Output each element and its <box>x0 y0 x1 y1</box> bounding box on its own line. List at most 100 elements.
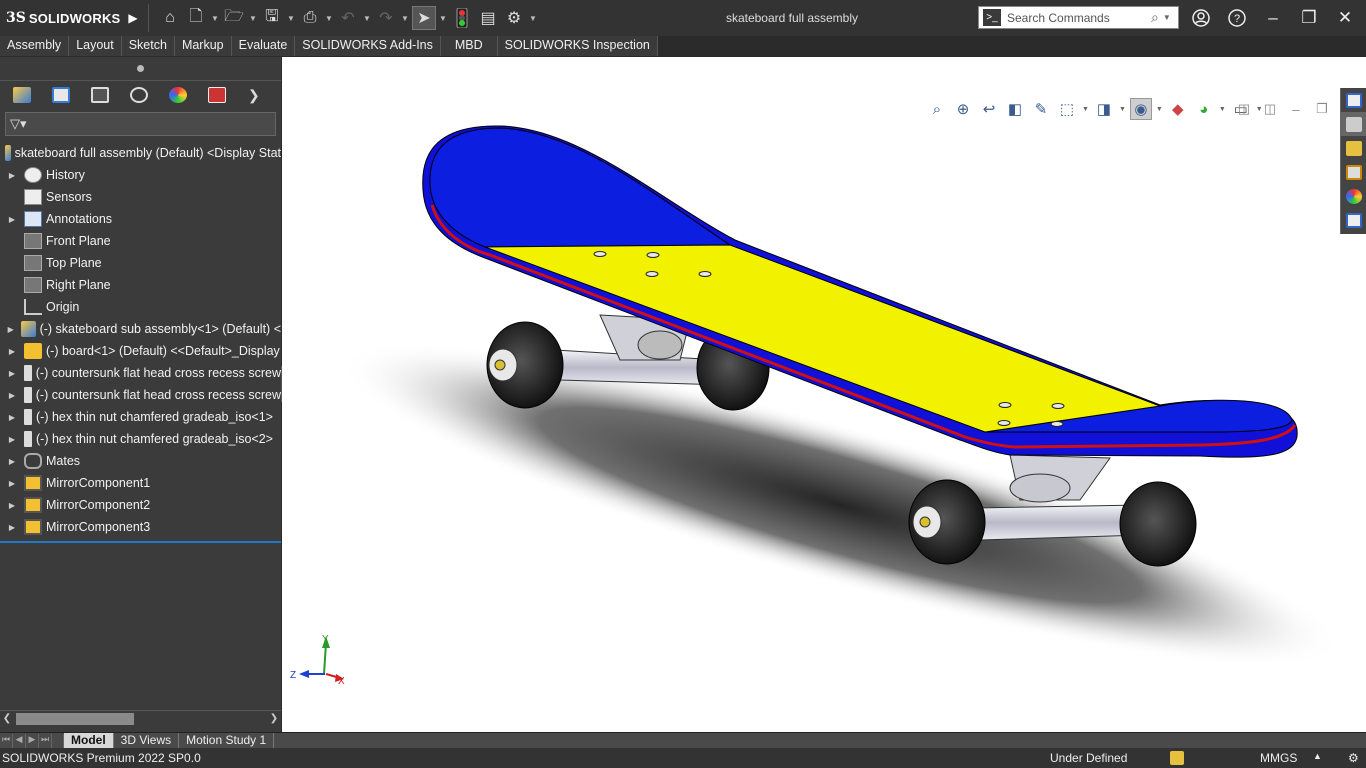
hide-show-items-icon[interactable]: ◉ <box>1129 98 1152 120</box>
file-properties-icon[interactable]: ▤ <box>476 6 500 30</box>
solidworks-resources-icon[interactable] <box>1341 88 1366 112</box>
tree-item[interactable]: ▶ MirrorComponent2 <box>0 494 281 516</box>
panel-splitter[interactable] <box>0 57 281 81</box>
tree-item[interactable]: ▶ Annotations <box>0 208 281 230</box>
tree-item[interactable]: ▶ (-) hex thin nut chamfered gradeab_iso<… <box>0 428 281 450</box>
tree-item[interactable]: Origin <box>0 296 281 318</box>
featuremanager-tab-icon[interactable] <box>8 83 36 107</box>
tree-item[interactable]: ▶ History <box>0 164 281 186</box>
expand-arrow-icon[interactable]: ▶ <box>6 347 18 356</box>
tree-item[interactable]: Right Plane <box>0 274 281 296</box>
zoom-to-fit-icon[interactable]: ⌕ <box>926 98 948 120</box>
expand-arrow-icon[interactable]: ▶ <box>6 391 18 400</box>
expand-arrow-icon[interactable]: ▶ <box>6 171 18 180</box>
zoom-to-area-icon[interactable]: ⊕ <box>952 98 974 120</box>
last-tab-icon[interactable]: ⏭ <box>39 733 52 748</box>
graphics-area[interactable]: Y Z X ⌕ ⊕ ↩ ◧ ✎ ⬚ ▼ ◨ ▼ ◉ ▼ ◆ ◕ ▼ ▭ ▼ ◫ … <box>282 57 1366 732</box>
tab-motion-study-1[interactable]: Motion Study 1 <box>179 732 275 749</box>
search-icon[interactable]: ⌕ <box>1151 9 1159 26</box>
search-commands-input[interactable] <box>1007 10 1147 25</box>
hide-show-dropdown-icon[interactable]: ▼ <box>1156 106 1163 113</box>
tab-evaluate[interactable]: Evaluate <box>231 36 296 56</box>
tree-item[interactable]: ▶ (-) skateboard sub assembly<1> (Default… <box>0 318 281 340</box>
previous-view-icon[interactable]: ↩ <box>978 98 1000 120</box>
help-icon[interactable]: ? <box>1224 6 1250 30</box>
unit-system[interactable]: MMGS <box>1260 751 1297 765</box>
options-gear-icon[interactable]: ⚙ <box>502 6 526 30</box>
select-dropdown-icon[interactable]: ▼ <box>437 14 449 23</box>
tab-solidworks-add-ins[interactable]: SOLIDWORKS Add-Ins <box>295 36 441 56</box>
restore-window-icon[interactable]: ❐ <box>1296 6 1322 30</box>
expand-arrow-icon[interactable]: ▶ <box>6 413 18 422</box>
horizontal-scrollbar[interactable]: ❮ ❯ <box>0 710 281 726</box>
open-icon[interactable]: 🗁 <box>222 6 246 30</box>
customize-status-icon[interactable]: ⚙ <box>1348 751 1362 765</box>
tree-item[interactable]: ▶ MirrorComponent3 <box>0 516 281 538</box>
home-icon[interactable]: ⌂ <box>158 6 182 30</box>
tree-root-assembly[interactable]: skateboard full assembly (Default) <Disp… <box>0 142 281 164</box>
cam-tab-icon[interactable] <box>203 83 231 107</box>
scroll-right-icon[interactable]: ❯ <box>267 713 281 724</box>
view-palette-icon[interactable] <box>1341 160 1366 184</box>
skateboard-model-view[interactable]: Y Z X <box>282 57 1366 732</box>
appearances-scenes-icon[interactable] <box>1341 184 1366 208</box>
section-view-icon[interactable]: ◧ <box>1004 98 1026 120</box>
new-dropdown-icon[interactable]: ▼ <box>209 14 221 23</box>
tree-filter-box[interactable]: ▽▾ <box>5 112 276 136</box>
minimize-window-icon[interactable]: – <box>1260 6 1286 30</box>
prev-tab-icon[interactable]: ◀ <box>13 733 26 748</box>
first-tab-icon[interactable]: ⏮ <box>0 733 13 748</box>
expand-arrow-icon[interactable]: ▶ <box>6 215 18 224</box>
tab-3d-views[interactable]: 3D Views <box>114 732 180 749</box>
scroll-track[interactable] <box>14 712 267 725</box>
filter-icon[interactable]: ▽▾ <box>10 116 27 132</box>
tree-item[interactable]: Top Plane <box>0 252 281 274</box>
displaymanager-tab-icon[interactable] <box>164 83 192 107</box>
expand-arrow-icon[interactable]: ▶ <box>6 435 18 444</box>
rebuild-traffic-light-icon[interactable] <box>450 6 474 30</box>
expand-arrow-icon[interactable]: ▶ <box>6 369 18 378</box>
expand-arrow-icon[interactable]: ▶ <box>6 479 18 488</box>
expand-arrow-icon[interactable]: ▶ <box>6 501 18 510</box>
user-account-icon[interactable] <box>1188 6 1214 30</box>
expand-arrow-icon[interactable]: ▶ <box>6 325 15 334</box>
apply-scene-icon[interactable]: ◕ <box>1193 98 1215 120</box>
dimxpertmanager-tab-icon[interactable] <box>125 83 153 107</box>
undo-icon[interactable]: ↶ <box>336 6 360 30</box>
file-explorer-icon[interactable] <box>1341 136 1366 160</box>
save-dropdown-icon[interactable]: ▼ <box>285 14 297 23</box>
tree-item[interactable]: ▶ MirrorComponent1 <box>0 472 281 494</box>
redo-icon[interactable]: ↷ <box>374 6 398 30</box>
expand-arrow-icon[interactable]: ▶ <box>6 523 18 532</box>
configurationmanager-tab-icon[interactable] <box>86 83 114 107</box>
doc-minimize-icon[interactable]: – <box>1288 101 1304 117</box>
save-icon[interactable]: 🖫 <box>260 6 284 30</box>
design-library-icon[interactable] <box>1341 112 1366 136</box>
select-cursor-icon[interactable]: ➤ <box>412 6 436 30</box>
tab-solidworks-inspection[interactable]: SOLIDWORKS Inspection <box>497 36 658 56</box>
tree-item[interactable]: ▶ (-) hex thin nut chamfered gradeab_iso<… <box>0 406 281 428</box>
tree-item[interactable]: ▶ (-) countersunk flat head cross recess … <box>0 384 281 406</box>
redo-dropdown-icon[interactable]: ▼ <box>399 14 411 23</box>
display-style-icon[interactable]: ◨ <box>1093 98 1115 120</box>
tree-item[interactable]: Front Plane <box>0 230 281 252</box>
view-orientation-dropdown-icon[interactable]: ▼ <box>1082 106 1089 113</box>
tab-markup[interactable]: Markup <box>174 36 232 56</box>
options-dropdown-icon[interactable]: ▼ <box>527 14 539 23</box>
print-dropdown-icon[interactable]: ▼ <box>323 14 335 23</box>
more-tabs-arrow-icon[interactable]: ❯ <box>248 87 260 104</box>
units-menu-arrow-icon[interactable]: ▲ <box>1313 751 1322 761</box>
tab-layout[interactable]: Layout <box>69 36 122 56</box>
undo-dropdown-icon[interactable]: ▼ <box>361 14 373 23</box>
search-commands-box[interactable]: >_ ⌕ ▼ <box>978 6 1179 29</box>
splitter-handle-icon[interactable] <box>137 65 144 72</box>
print-icon[interactable]: ⎙ <box>298 6 322 30</box>
dynamic-annotation-icon[interactable]: ✎ <box>1030 98 1052 120</box>
propertymanager-tab-icon[interactable] <box>47 83 75 107</box>
doc-restore-icon[interactable]: ❐ <box>1314 101 1330 117</box>
display-style-dropdown-icon[interactable]: ▼ <box>1119 106 1126 113</box>
tile-left-icon[interactable]: ◫ <box>1236 101 1252 117</box>
scroll-left-icon[interactable]: ❮ <box>0 713 14 724</box>
edit-appearance-icon[interactable]: ◆ <box>1167 98 1189 120</box>
scroll-thumb[interactable] <box>16 712 134 725</box>
